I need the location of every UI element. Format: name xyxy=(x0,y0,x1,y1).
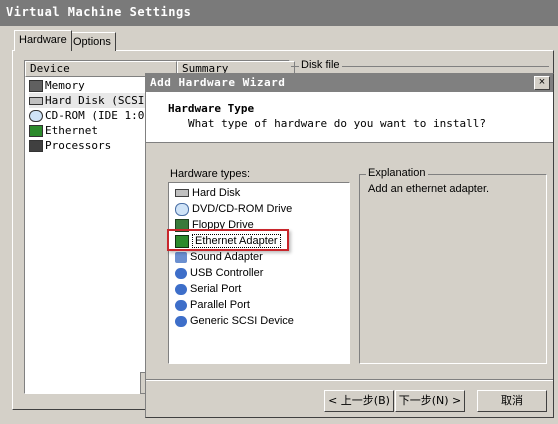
list-item-hard-disk[interactable]: Hard Disk xyxy=(175,185,240,201)
divider xyxy=(146,379,553,381)
list-item-usb-controller[interactable]: USB Controller xyxy=(175,265,263,281)
hardware-types-list[interactable]: Hard Disk DVD/CD-ROM Drive Floppy Drive … xyxy=(168,182,350,364)
sound-icon xyxy=(175,251,187,263)
device-row-ethernet[interactable]: Ethernet xyxy=(29,123,98,138)
explanation-group: Explanation Add an ethernet adapter. xyxy=(359,167,547,364)
processor-icon xyxy=(29,140,43,152)
usb-icon xyxy=(175,267,187,279)
scsi-icon xyxy=(175,315,187,327)
back-button[interactable]: < 上一步(B) xyxy=(324,390,394,412)
list-item-dvd-cdrom[interactable]: DVD/CD-ROM Drive xyxy=(175,201,292,217)
settings-title: Virtual Machine Settings xyxy=(6,5,192,19)
close-button[interactable]: × xyxy=(534,76,550,90)
hard-disk-icon xyxy=(175,189,189,198)
list-item-sound-adapter[interactable]: Sound Adapter xyxy=(175,249,263,265)
device-label: CD-ROM (IDE 1:0) xyxy=(45,109,151,122)
parallel-port-icon xyxy=(175,299,187,311)
list-item-parallel-port[interactable]: Parallel Port xyxy=(175,297,250,313)
device-row-memory[interactable]: Memory xyxy=(29,78,85,93)
serial-port-icon xyxy=(175,283,187,295)
device-label: Ethernet xyxy=(45,124,98,137)
disk-file-label: Disk file xyxy=(299,59,342,71)
wizard-title: Add Hardware Wizard xyxy=(150,76,286,89)
device-label: Processors xyxy=(45,139,112,152)
ethernet-icon xyxy=(29,125,43,137)
wizard-subheading: What type of hardware do you want to ins… xyxy=(188,117,487,130)
type-label: DVD/CD-ROM Drive xyxy=(192,203,293,215)
cancel-button[interactable]: 取消 xyxy=(477,390,547,412)
type-label: Hard Disk xyxy=(192,187,241,199)
tab-hardware[interactable]: Hardware xyxy=(14,30,72,51)
selection-highlight-box xyxy=(167,229,289,251)
cdrom-icon xyxy=(175,202,189,216)
tab-options[interactable]: Options xyxy=(68,32,116,51)
explanation-title: Explanation xyxy=(366,167,428,179)
device-label: Memory xyxy=(45,79,85,92)
wizard-title-bar: Add Hardware Wizard × xyxy=(146,74,553,92)
hard-disk-icon xyxy=(29,97,43,105)
hardware-types-label: Hardware types: xyxy=(170,168,251,180)
wizard-header: Hardware Type What type of hardware do y… xyxy=(146,92,553,143)
settings-title-bar: Virtual Machine Settings xyxy=(0,0,558,26)
close-icon: × xyxy=(538,76,546,88)
type-label: Serial Port xyxy=(190,283,242,295)
type-label: Generic SCSI Device xyxy=(190,315,294,327)
list-item-generic-scsi[interactable]: Generic SCSI Device xyxy=(175,313,294,329)
device-row-hard-disk[interactable]: Hard Disk (SCSI 0: xyxy=(29,93,165,108)
explanation-text: Add an ethernet adapter. xyxy=(368,183,490,195)
next-button[interactable]: 下一步(N) > xyxy=(395,390,465,412)
type-label: USB Controller xyxy=(190,267,264,279)
cdrom-icon xyxy=(29,110,43,122)
type-label: Parallel Port xyxy=(190,299,250,311)
memory-icon xyxy=(29,80,43,92)
wizard-heading: Hardware Type xyxy=(168,102,255,115)
device-row-processors[interactable]: Processors xyxy=(29,138,111,153)
device-row-cdrom[interactable]: CD-ROM (IDE 1:0) xyxy=(29,108,151,123)
type-label: Sound Adapter xyxy=(190,251,263,263)
list-item-serial-port[interactable]: Serial Port xyxy=(175,281,241,297)
